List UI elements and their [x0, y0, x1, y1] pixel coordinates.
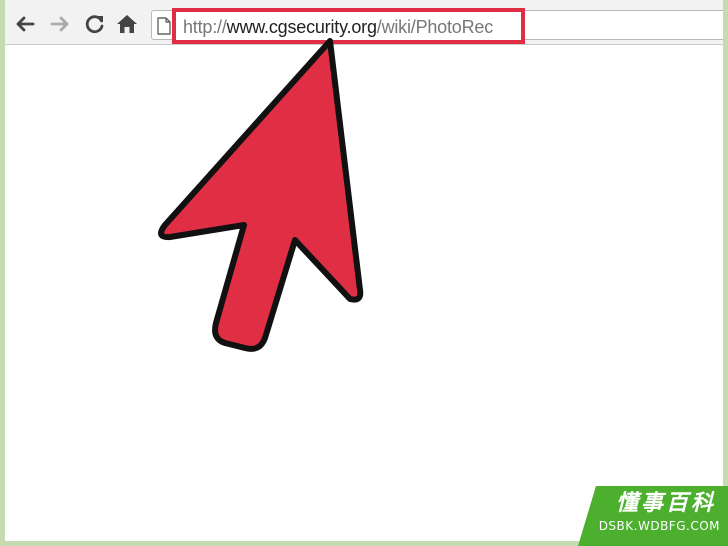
pointer-arrow-annotation: [158, 38, 364, 352]
watermark-title: 懂事百科: [615, 491, 716, 516]
watermark-site: DSBK.WDBFG.COM: [598, 519, 720, 533]
browser-window: http://www.cgsecurity.org/wiki/PhotoRec: [5, 0, 723, 541]
watermark-badge: 懂事百科 DSBK.WDBFG.COM: [578, 486, 728, 546]
